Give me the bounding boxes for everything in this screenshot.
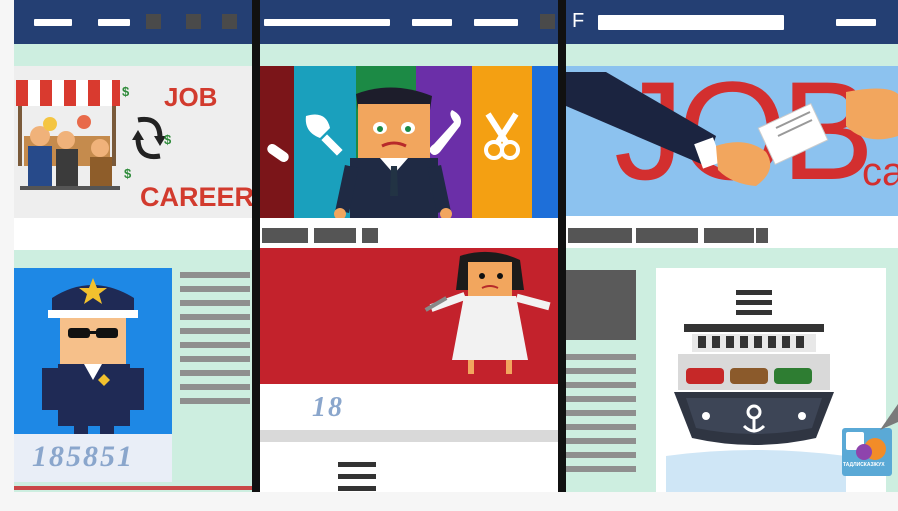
heading-block bbox=[568, 228, 632, 243]
nav-bar bbox=[836, 19, 876, 26]
right-panel: F JOB ca ТАДЛИСКАЗЖУХ bbox=[566, 0, 898, 492]
lever-icon bbox=[267, 143, 289, 163]
middle-number: 18 bbox=[312, 392, 344, 423]
dollar-sign: $ bbox=[124, 166, 132, 181]
police-card bbox=[14, 268, 172, 434]
grey-box bbox=[566, 270, 636, 340]
red-line bbox=[14, 486, 254, 490]
nav-square bbox=[186, 14, 201, 29]
dollar-sign: $ bbox=[164, 132, 172, 147]
menu-letter: F bbox=[572, 10, 585, 32]
heading-block bbox=[262, 228, 308, 243]
white-gap bbox=[14, 218, 254, 250]
white-gap bbox=[566, 216, 898, 248]
nav-square bbox=[540, 14, 555, 29]
nav-bar bbox=[264, 19, 390, 26]
police-officer-illustration bbox=[42, 278, 144, 434]
doctor-section bbox=[260, 248, 558, 384]
doctor-illustration bbox=[424, 251, 551, 374]
heading-block bbox=[314, 228, 356, 243]
badge-number: 185851 bbox=[32, 440, 134, 473]
grey-rule bbox=[260, 430, 558, 442]
nav-square bbox=[146, 14, 161, 29]
nav-bar bbox=[98, 19, 130, 26]
watermark-text: ТАДЛИСКАЗЖУХ bbox=[843, 462, 885, 468]
left-top-nav bbox=[14, 0, 254, 44]
tools-banner bbox=[260, 66, 558, 218]
nav-bar bbox=[412, 19, 452, 26]
job-banner: JOB ca bbox=[566, 66, 898, 216]
job-career-banner: $ $ $ JOB CAREER bbox=[14, 66, 254, 218]
mint-strip bbox=[566, 44, 898, 66]
left-panel: $ $ $ JOB CAREER 185851 bbox=[14, 0, 254, 492]
heading-block bbox=[362, 228, 378, 243]
middle-panel: 18 bbox=[260, 0, 558, 492]
career-label: CAREER bbox=[140, 182, 254, 212]
mint-strip bbox=[260, 44, 558, 66]
white-gap bbox=[260, 218, 558, 248]
heading-block bbox=[756, 228, 768, 243]
nav-bar bbox=[34, 19, 72, 26]
scissors-icon bbox=[484, 112, 520, 160]
pencil-icon bbox=[880, 404, 898, 430]
heading-block bbox=[704, 228, 754, 243]
job-label: JOB bbox=[164, 82, 218, 112]
nav-square bbox=[222, 14, 237, 29]
channel-watermark: ТАДЛИСКАЗЖУХ bbox=[842, 428, 892, 476]
ship-icon-small bbox=[338, 462, 376, 492]
mint-strip bbox=[14, 44, 254, 66]
handshake-illustration bbox=[566, 72, 898, 186]
market-stall-illustration bbox=[16, 80, 120, 190]
businessman-illustration bbox=[334, 87, 452, 218]
panel-divider bbox=[252, 0, 260, 492]
badge-number-box: 185851 bbox=[14, 434, 172, 482]
nav-bar bbox=[474, 19, 518, 26]
nav-bar bbox=[598, 15, 784, 30]
panel-divider bbox=[558, 0, 566, 492]
page: { "panel_left": { "job_label": "JOB", "c… bbox=[0, 0, 898, 511]
middle-top-nav bbox=[260, 0, 558, 44]
dollar-sign: $ bbox=[122, 84, 130, 99]
heading-block bbox=[636, 228, 698, 243]
right-top-nav: F bbox=[566, 0, 898, 44]
